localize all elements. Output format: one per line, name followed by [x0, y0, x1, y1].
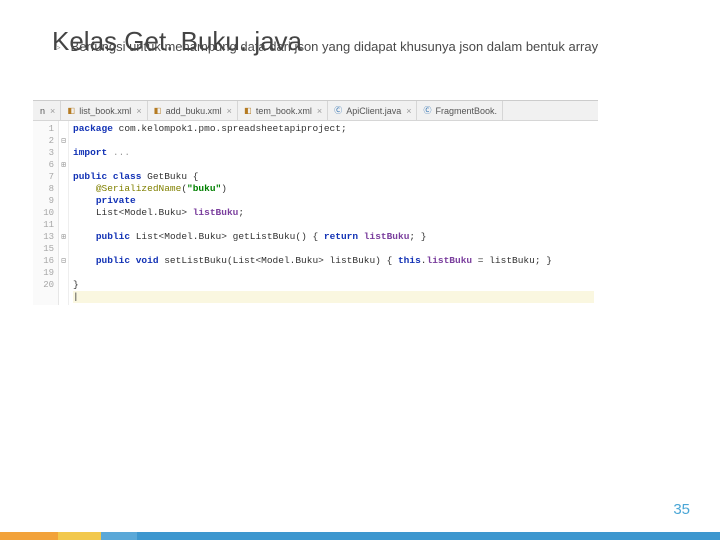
- fold-toggle-icon[interactable]: ⊞: [59, 159, 68, 171]
- line-num: 20: [33, 279, 54, 291]
- tab-label: add_buku.xml: [166, 106, 222, 116]
- line-num: 7: [33, 171, 54, 183]
- tab-label: list_book.xml: [79, 106, 131, 116]
- footer-seg-3: [101, 532, 137, 540]
- tab-label: n: [40, 106, 45, 116]
- tab-truncated[interactable]: n ×: [35, 101, 61, 120]
- tab-add-buku-xml[interactable]: ◧ add_buku.xml ×: [148, 101, 238, 120]
- tab-bar: n × ◧ list_book.xml × ◧ add_buku.xml × ◧…: [33, 101, 598, 121]
- tab-label: ApiClient.java: [346, 106, 401, 116]
- tab-tem-book-xml[interactable]: ◧ tem_book.xml ×: [238, 101, 328, 120]
- ide-screenshot: n × ◧ list_book.xml × ◧ add_buku.xml × ◧…: [33, 100, 598, 305]
- line-num: 19: [33, 267, 54, 279]
- close-icon[interactable]: ×: [136, 106, 141, 116]
- line-num: 11: [33, 219, 54, 231]
- tab-fragmentbook[interactable]: Ⓒ FragmentBook.: [417, 101, 503, 120]
- line-num: 16: [33, 255, 54, 267]
- fold-toggle-icon[interactable]: ⊟: [59, 255, 68, 267]
- line-num: 1: [33, 123, 54, 135]
- tab-apiclient-java[interactable]: Ⓒ ApiClient.java ×: [328, 101, 417, 120]
- java-icon: Ⓒ: [422, 106, 432, 116]
- line-num: 10: [33, 207, 54, 219]
- footer-seg-4: [137, 532, 720, 540]
- line-num: 15: [33, 243, 54, 255]
- line-num: 3: [33, 147, 54, 159]
- description-text: Berfungsi untuk menampung data dari json…: [71, 39, 599, 55]
- footer-seg-2: [58, 532, 101, 540]
- line-gutter: 1 2 3 6 7 8 9 10 11 13 15 16 19 20: [33, 121, 59, 305]
- tab-label: FragmentBook.: [435, 106, 497, 116]
- fold-toggle-icon[interactable]: ⊟: [59, 135, 68, 147]
- bullet-marker: ▹: [56, 40, 61, 55]
- java-icon: Ⓒ: [333, 106, 343, 116]
- line-num: 9: [33, 195, 54, 207]
- line-num: 6: [33, 159, 54, 171]
- close-icon[interactable]: ×: [227, 106, 232, 116]
- tab-label: tem_book.xml: [256, 106, 312, 116]
- close-icon[interactable]: ×: [50, 106, 55, 116]
- page-number: 35: [673, 501, 690, 518]
- close-icon[interactable]: ×: [406, 106, 411, 116]
- footer-stripe: [0, 532, 720, 540]
- xml-icon: ◧: [153, 106, 163, 116]
- close-icon[interactable]: ×: [317, 106, 322, 116]
- line-num: 8: [33, 183, 54, 195]
- editor-area: 1 2 3 6 7 8 9 10 11 13 15 16 19 20 ⊟ ⊞ ⊞…: [33, 121, 598, 305]
- tab-list-book-xml[interactable]: ◧ list_book.xml ×: [61, 101, 147, 120]
- xml-icon: ◧: [243, 106, 253, 116]
- fold-column: ⊟ ⊞ ⊞ ⊟: [59, 121, 69, 305]
- bullet-row: ▹ Berfungsi untuk menampung data dari js…: [56, 39, 666, 55]
- fold-toggle-icon[interactable]: ⊞: [59, 231, 68, 243]
- xml-icon: ◧: [66, 106, 76, 116]
- line-num: 13: [33, 231, 54, 243]
- line-num: 2: [33, 135, 54, 147]
- footer-seg-1: [0, 532, 58, 540]
- code-body[interactable]: package com.kelompok1.pmo.spreadsheetapi…: [69, 121, 598, 305]
